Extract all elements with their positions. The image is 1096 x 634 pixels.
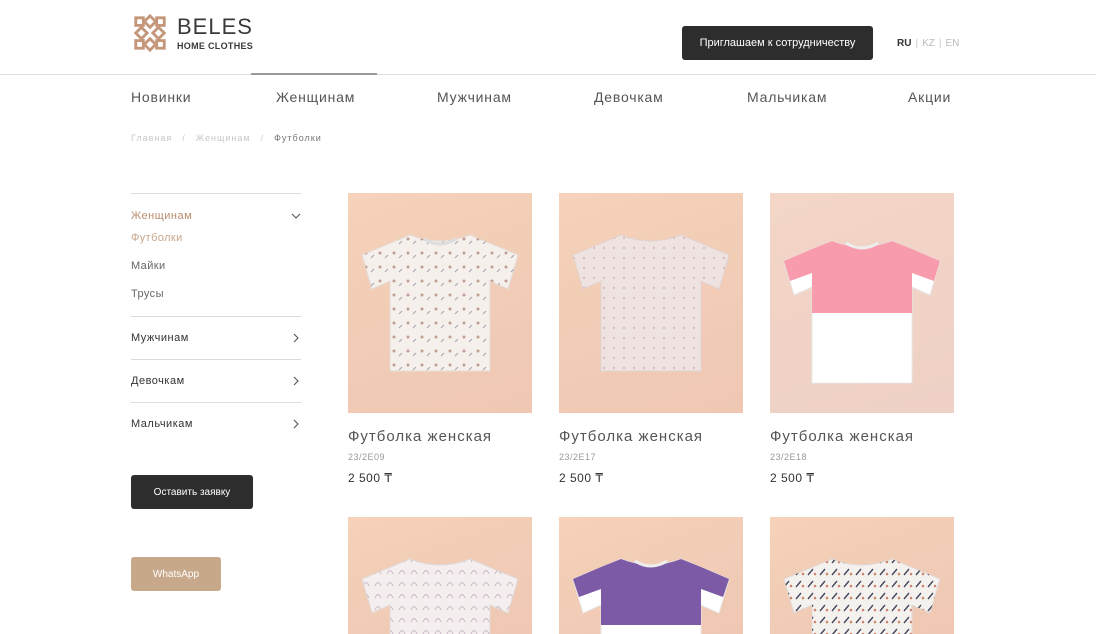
- whatsapp-button[interactable]: WhatsApp: [131, 557, 221, 591]
- nav-item-new[interactable]: Новинки: [131, 89, 191, 105]
- leave-request-button[interactable]: Оставить заявку: [131, 475, 253, 509]
- sidebar-subitem-tanks[interactable]: Майки: [131, 252, 301, 280]
- product-price: 2 500 ₸: [770, 471, 815, 485]
- product-image[interactable]: [348, 193, 532, 413]
- product-card[interactable]: [770, 517, 954, 634]
- product-code: 23/2E18: [770, 452, 808, 462]
- tshirt-leaf-print-icon: [361, 558, 519, 634]
- sidebar-item-label: Девочкам: [131, 375, 185, 387]
- lang-separator: |: [915, 38, 919, 49]
- sidebar-subitem-underwear[interactable]: Трусы: [131, 280, 301, 308]
- nav-item-sale[interactable]: Акции: [908, 89, 951, 105]
- cooperation-button[interactable]: Приглашаем к сотрудничеству: [682, 26, 873, 60]
- nav-active-indicator: [251, 73, 377, 75]
- product-image[interactable]: [559, 193, 743, 413]
- site-header: BELES HOME CLOTHES Приглашаем к сотрудни…: [0, 0, 1096, 75]
- logo-mark-icon: [133, 13, 167, 53]
- product-title[interactable]: Футболка женская: [770, 428, 954, 445]
- product-image[interactable]: [770, 193, 954, 413]
- product-price: 2 500 ₸: [559, 471, 604, 485]
- brand-name: BELES: [177, 13, 253, 39]
- product-code: 23/2E09: [348, 452, 386, 462]
- product-card[interactable]: Футболка женская 23/2E09 2 500 ₸: [348, 193, 532, 485]
- product-card[interactable]: [348, 517, 532, 634]
- chevron-right-icon: [293, 333, 299, 343]
- tshirt-floral-icon: [361, 234, 519, 372]
- sidebar-item-label: Мальчикам: [131, 418, 193, 430]
- tshirt-dark-pattern-icon: [783, 558, 941, 634]
- breadcrumb-current: Футболки: [274, 133, 322, 143]
- breadcrumb-separator: /: [182, 133, 186, 143]
- sidebar-subitem-tshirts[interactable]: Футболки: [131, 224, 301, 252]
- tshirt-purple-white-icon: [572, 558, 730, 634]
- sidebar-item-boys[interactable]: Мальчикам: [131, 403, 301, 445]
- chevron-right-icon: [293, 419, 299, 429]
- product-price: 2 500 ₸: [348, 471, 393, 485]
- breadcrumb-women[interactable]: Женщинам: [196, 133, 251, 143]
- lang-en[interactable]: EN: [945, 38, 959, 49]
- product-card[interactable]: Футболка женская 23/2E18 2 500 ₸: [770, 193, 954, 485]
- lang-kz[interactable]: KZ: [922, 38, 935, 49]
- product-image[interactable]: [559, 517, 743, 634]
- sidebar-item-girls[interactable]: Девочкам: [131, 360, 301, 402]
- product-code: 23/2E17: [559, 452, 597, 462]
- breadcrumb-separator: /: [260, 133, 265, 143]
- tshirt-pink-pattern-icon: [572, 234, 730, 372]
- nav-item-men[interactable]: Мужчинам: [437, 89, 512, 105]
- product-image[interactable]: [348, 517, 532, 634]
- product-title[interactable]: Футболка женская: [559, 428, 743, 445]
- sidebar-item-label: Женщинам: [131, 209, 193, 222]
- breadcrumb-home[interactable]: Главная: [131, 133, 172, 143]
- nav-item-women[interactable]: Женщинам: [276, 89, 355, 105]
- sidebar-item-men[interactable]: Мужчинам: [131, 317, 301, 359]
- brand-logo[interactable]: BELES HOME CLOTHES: [131, 12, 253, 54]
- breadcrumb: Главная / Женщинам / Футболки: [131, 133, 322, 143]
- product-title[interactable]: Футболка женская: [348, 428, 532, 445]
- brand-tagline: HOME CLOTHES: [177, 40, 254, 51]
- nav-item-girls[interactable]: Девочкам: [594, 89, 664, 105]
- language-switcher: RU | KZ | EN: [897, 38, 959, 49]
- product-card[interactable]: [559, 517, 743, 634]
- tshirt-pink-white-icon: [783, 240, 941, 384]
- chevron-right-icon: [293, 376, 299, 386]
- lang-ru[interactable]: RU: [897, 38, 911, 49]
- lang-separator: |: [938, 38, 942, 49]
- category-sidebar: Женщинам Футболки Майки Трусы Мужчинам Д…: [131, 193, 301, 445]
- product-image[interactable]: [770, 517, 954, 634]
- product-card[interactable]: Футболка женская 23/2E17 2 500 ₸: [559, 193, 743, 485]
- main-nav: Новинки Женщинам Мужчинам Девочкам Мальч…: [0, 73, 1096, 120]
- sidebar-item-label: Мужчинам: [131, 332, 189, 344]
- nav-item-boys[interactable]: Мальчикам: [747, 89, 827, 105]
- chevron-down-icon: [291, 213, 301, 219]
